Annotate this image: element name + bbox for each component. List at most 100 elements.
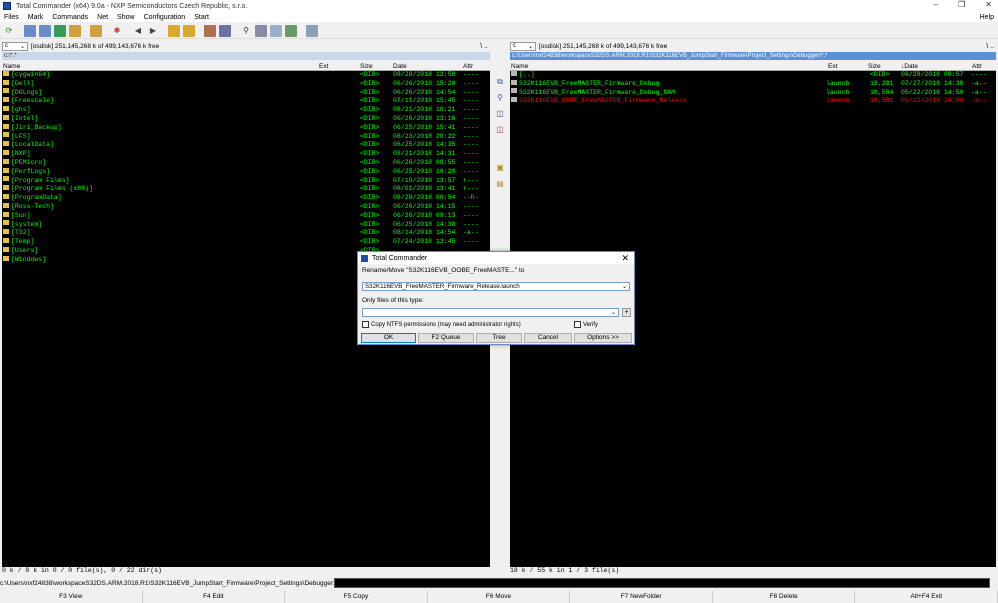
- ok-button[interactable]: OK: [361, 333, 416, 343]
- maximize-button[interactable]: ❐: [958, 0, 965, 9]
- cancel-button[interactable]: Cancel: [524, 333, 572, 343]
- file-row[interactable]: S32K116EVB_OOBE_FreeMASTER_Firmware_Rele…: [510, 97, 996, 106]
- notepad-icon[interactable]: [306, 24, 318, 37]
- left-drive-selector[interactable]: c ⌄: [2, 41, 28, 51]
- filter-add-button[interactable]: +: [622, 308, 631, 317]
- sync-dirs-icon[interactable]: [270, 24, 282, 37]
- f2-queue-button[interactable]: F2 Queue: [418, 333, 474, 343]
- menu-help[interactable]: Help: [980, 14, 994, 21]
- f5-copy-button[interactable]: F5 Copy: [285, 591, 428, 603]
- file-row[interactable]: S32K116EVB_FreeMASTER_Firmware_Debug_RAM…: [510, 88, 996, 98]
- copy-ntfs-checkbox[interactable]: Copy NTFS permissions (may need administ…: [362, 321, 521, 328]
- file-row[interactable]: [Sun] <DIR> 06/26/2018 09:13 ----: [2, 211, 490, 221]
- menu-commands[interactable]: Commands: [52, 14, 88, 21]
- menu-files[interactable]: Files: [4, 14, 19, 21]
- right-col-date[interactable]: ↓Date: [901, 63, 918, 70]
- file-name: [DGLogs]: [11, 88, 43, 96]
- file-row[interactable]: [Jiri_Backup] <DIR> 06/25/2018 15:41 ----: [2, 123, 490, 133]
- right-col-ext[interactable]: Ext: [828, 63, 837, 70]
- file-row[interactable]: [Freescale] <DIR> 07/11/2018 15:45 ----: [2, 97, 490, 106]
- file-row[interactable]: [PEMicro] <DIR> 06/26/2018 08:55 ----: [2, 158, 490, 168]
- tree-icon[interactable]: [69, 24, 81, 37]
- f4-edit-button[interactable]: F4 Edit: [142, 591, 286, 603]
- multi-rename-icon[interactable]: [255, 24, 267, 37]
- f3-view-button[interactable]: F3 View: [0, 591, 143, 603]
- thumbnail-view-icon[interactable]: [54, 24, 66, 37]
- options-button[interactable]: Options >>: [574, 333, 632, 343]
- left-path-bar[interactable]: c:\*.*: [2, 52, 490, 60]
- file-row[interactable]: [LocalData] <DIR> 06/25/2018 14:35 ----: [2, 141, 490, 150]
- file-row[interactable]: S32K116EVB_FreeMASTER_Firmware_Debug laun…: [510, 79, 996, 89]
- file-row[interactable]: [Program Files] <DIR> 07/19/2018 13:57 r---: [2, 176, 490, 186]
- file-row[interactable]: [cygwin64] <DIR> 08/28/2018 13:50 ----: [2, 70, 490, 80]
- command-line-input[interactable]: [334, 578, 990, 588]
- chevron-down-icon[interactable]: ⌄: [611, 309, 616, 317]
- right-root-button[interactable]: \ ..: [986, 43, 994, 50]
- left-col-attr[interactable]: Attr: [463, 63, 473, 70]
- file-row[interactable]: [DGLogs] <DIR> 06/26/2018 14:54 ----: [2, 88, 490, 98]
- file-row[interactable]: [system] <DIR> 06/25/2018 14:38 ----: [2, 220, 490, 230]
- file-row[interactable]: [..] <DIR> 08/28/2018 08:57 ----: [510, 70, 996, 80]
- menu-show[interactable]: Show: [117, 14, 135, 21]
- verify-checkbox[interactable]: Verify: [574, 321, 598, 328]
- menu-configuration[interactable]: Configuration: [144, 14, 186, 21]
- file-row[interactable]: [Ross-Tech] <DIR> 06/26/2018 14:15 ----: [2, 202, 490, 212]
- back-icon[interactable]: ◀: [132, 25, 144, 37]
- file-row[interactable]: [LFS] <DIR> 08/23/2018 20:22 ----: [2, 132, 490, 142]
- menu-net[interactable]: Net: [97, 14, 108, 21]
- copy-names-icon[interactable]: [285, 24, 297, 37]
- invert-selection-icon[interactable]: [90, 24, 102, 37]
- left-root-button[interactable]: \ ..: [480, 43, 488, 50]
- f7-newfolder-button[interactable]: F7 NewFolder: [570, 591, 713, 603]
- file-row[interactable]: [NXP] <DIR> 08/21/2018 14:31 ----: [2, 149, 490, 159]
- ftp-new-connection-icon[interactable]: [219, 24, 231, 37]
- search-icon[interactable]: ⚲: [240, 25, 252, 37]
- file-row[interactable]: [ghs] <DIR> 08/21/2018 10:21 ----: [2, 105, 490, 115]
- minimize-button[interactable]: –: [934, 0, 938, 9]
- file-name: [Ross-Tech]: [11, 202, 54, 210]
- right-col-attr[interactable]: Attr: [972, 63, 982, 70]
- folder-icon[interactable]: ▤: [495, 179, 505, 189]
- file-attr: ----: [971, 71, 987, 78]
- menu-start[interactable]: Start: [194, 14, 209, 21]
- pin-icon[interactable]: ✱: [111, 25, 123, 37]
- unpack-icon[interactable]: [183, 24, 195, 37]
- right-path-bar[interactable]: c:\Users\nxf24838\workspaceS32DS.ARM.201…: [510, 52, 996, 60]
- forward-icon[interactable]: ▶: [147, 25, 159, 37]
- copy-icon[interactable]: ⧉: [495, 77, 505, 87]
- file-row[interactable]: [Intel] <DIR> 06/26/2018 13:16 ----: [2, 114, 490, 124]
- f8-delete-button[interactable]: F8 Delete: [712, 591, 856, 603]
- sync-icon[interactable]: ◫: [495, 125, 505, 135]
- close-button[interactable]: ✕: [985, 0, 992, 9]
- file-row[interactable]: [Program Files (x86)] <DIR> 08/01/2018 13:…: [2, 185, 490, 194]
- refresh-icon[interactable]: ⟳: [3, 25, 15, 37]
- file-row[interactable]: [ProgramData] <DIR> 08/28/2018 08:54 --h-: [2, 193, 490, 203]
- target-name-input[interactable]: S32K116EVB_FreeMASTER_Firmware_Release.l…: [362, 282, 630, 291]
- left-col-ext[interactable]: Ext: [319, 63, 328, 70]
- left-col-date[interactable]: Date: [393, 63, 407, 70]
- file-row[interactable]: [T32] <DIR> 08/14/2018 14:54 -a--: [2, 229, 490, 238]
- compare-icon[interactable]: ◫: [495, 109, 505, 119]
- dialog-close-icon[interactable]: ✕: [621, 253, 629, 264]
- right-drive-selector[interactable]: c ⌄: [510, 41, 536, 51]
- tree-button[interactable]: Tree: [476, 333, 522, 343]
- archive-icon[interactable]: ▣: [495, 163, 505, 173]
- ftp-connect-icon[interactable]: [204, 24, 216, 37]
- brief-view-icon[interactable]: [24, 24, 36, 37]
- file-row[interactable]: [Dell] <DIR> 06/26/2018 15:20 ----: [2, 79, 490, 89]
- right-col-size[interactable]: Size: [868, 63, 881, 70]
- full-view-icon[interactable]: [39, 24, 51, 37]
- file-date: 06/25/2018 15:41: [393, 123, 456, 131]
- chevron-down-icon[interactable]: ⌄: [622, 283, 627, 291]
- f6-move-button[interactable]: F6 Move: [427, 591, 571, 603]
- right-col-name[interactable]: Name: [511, 63, 528, 70]
- alt-f4-exit-button[interactable]: Alt+F4 Exit: [855, 591, 998, 603]
- find-icon[interactable]: ⚲: [495, 93, 505, 103]
- file-row[interactable]: [PerfLogs] <DIR> 06/25/2018 16:29 ----: [2, 167, 490, 177]
- left-col-name[interactable]: Name: [3, 63, 20, 70]
- filter-input[interactable]: ⌄: [362, 308, 619, 317]
- menu-mark[interactable]: Mark: [28, 14, 44, 21]
- left-col-size[interactable]: Size: [360, 63, 373, 70]
- file-row[interactable]: [Temp] <DIR> 07/24/2018 13:45 ----: [2, 237, 490, 247]
- pack-icon[interactable]: [168, 24, 180, 37]
